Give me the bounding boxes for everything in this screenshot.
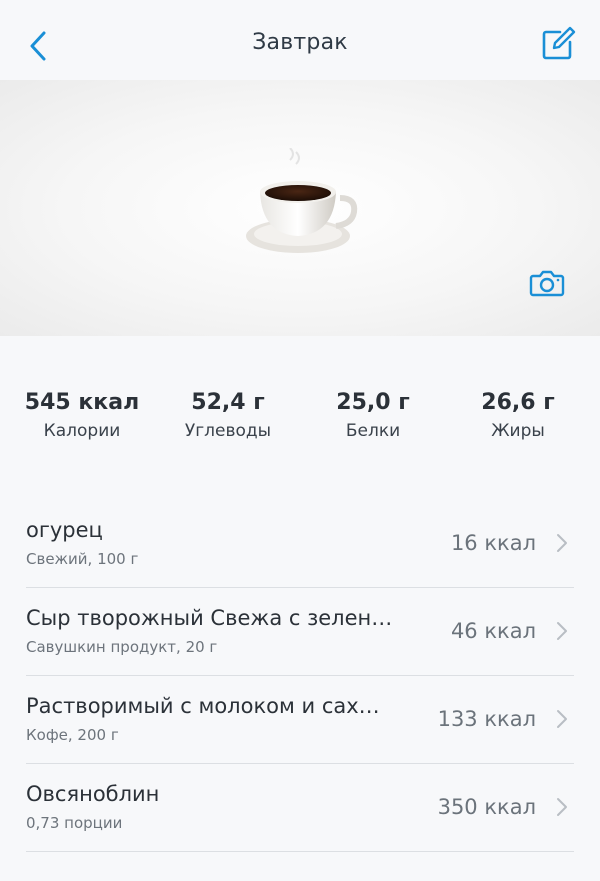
- stat-label: Жиры: [491, 421, 545, 441]
- page-title: Завтрак: [252, 30, 348, 55]
- food-name: огурец: [26, 518, 103, 542]
- edit-icon: [542, 26, 576, 60]
- coffee-cup-icon: [240, 147, 360, 258]
- food-details: Савушкин продукт, 20 г: [26, 638, 218, 656]
- stat-carbs: 52,4 г Углеводы: [158, 390, 298, 441]
- edit-button[interactable]: [538, 24, 578, 64]
- stat-value: 545 ккал: [24, 390, 140, 415]
- food-calories: 133 ккал: [437, 707, 536, 731]
- food-name: Сыр творожный Свежа с зелен…: [26, 606, 393, 630]
- camera-button[interactable]: [527, 266, 567, 300]
- food-name: Растворимый с молоком и сах…: [26, 694, 380, 718]
- chevron-right-icon: [557, 798, 567, 816]
- chevron-right-icon: [557, 534, 567, 552]
- stat-value: 25,0 г: [336, 390, 410, 415]
- camera-icon: [529, 270, 565, 297]
- stat-calories: 545 ккал Калории: [12, 390, 152, 441]
- food-calories: 46 ккал: [450, 619, 536, 643]
- food-item-row[interactable]: огурец Свежий, 100 г 16 ккал: [26, 500, 574, 588]
- stat-value: 52,4 г: [191, 390, 265, 415]
- stat-label: Углеводы: [184, 421, 272, 441]
- food-item-row[interactable]: Овсяноблин 0,73 порции 350 ккал: [26, 764, 574, 852]
- meal-photo: [0, 80, 600, 336]
- chevron-right-icon: [557, 710, 567, 728]
- header: Завтрак: [0, 0, 600, 80]
- nutrition-summary: 545 ккал Калории 52,4 г Углеводы 25,0 г …: [0, 390, 600, 450]
- food-details: Кофе, 200 г: [26, 726, 119, 744]
- chevron-right-icon: [557, 622, 567, 640]
- food-calories: 16 ккал: [450, 531, 536, 555]
- food-item-row[interactable]: Растворимый с молоком и сах… Кофе, 200 г…: [26, 676, 574, 764]
- food-details: 0,73 порции: [26, 814, 123, 832]
- stat-label: Белки: [345, 421, 401, 441]
- stat-value: 26,6 г: [481, 390, 555, 415]
- food-calories: 350 ккал: [437, 795, 536, 819]
- stat-label: Калории: [43, 421, 121, 441]
- food-name: Овсяноблин: [26, 782, 160, 806]
- food-details: Свежий, 100 г: [26, 550, 139, 568]
- food-item-row[interactable]: Сыр творожный Свежа с зелен… Савушкин пр…: [26, 588, 574, 676]
- food-list: огурец Свежий, 100 г 16 ккал Сыр творожн…: [0, 500, 600, 852]
- stat-fat: 26,6 г Жиры: [448, 390, 588, 441]
- stat-protein: 25,0 г Белки: [303, 390, 443, 441]
